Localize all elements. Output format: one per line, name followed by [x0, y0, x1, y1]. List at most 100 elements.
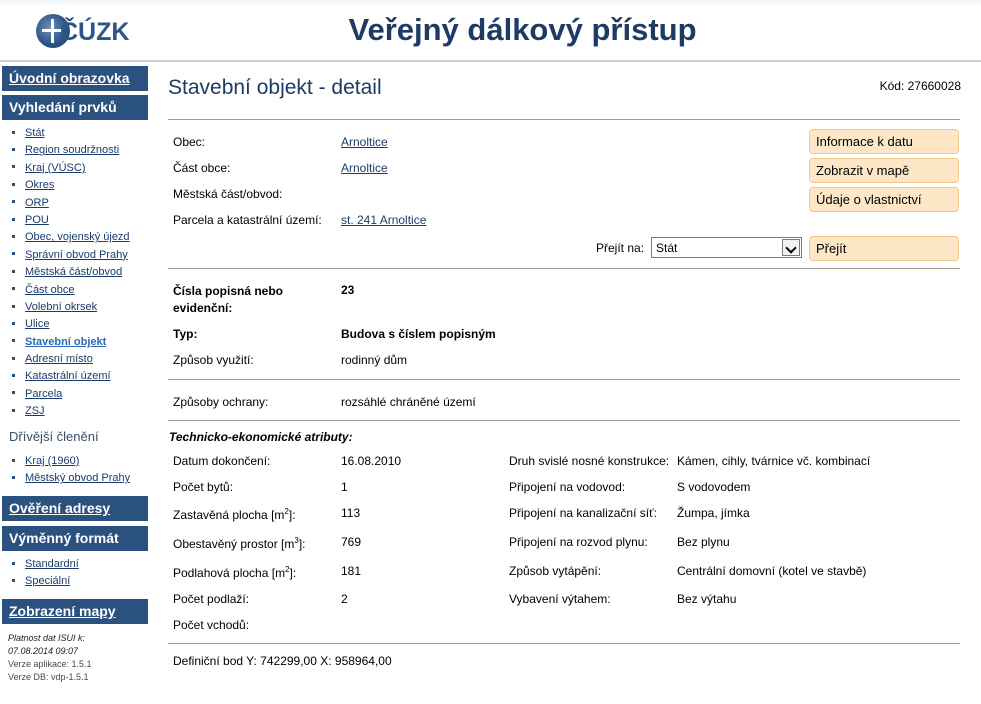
header-top-gradient [0, 0, 981, 6]
nav-link-stavebni-objekt[interactable]: Stavební objekt [25, 336, 106, 348]
tech-value-built-area: 113 [341, 506, 361, 520]
usage-label: Způsob využití: [173, 353, 254, 367]
tech-label-floor-area: Podlahová plocha [m2]: [173, 565, 297, 580]
info-to-date-button[interactable]: Informace k datu [809, 129, 959, 154]
object-code: Kód: 27660028 [879, 79, 961, 93]
nav-link-pou[interactable]: POU [25, 214, 49, 226]
nav-item-obec: Obec, vojenský újezd [12, 229, 130, 246]
divider [168, 643, 960, 644]
tech-value-heating: Centrální domovní (kotel ve stavbě) [677, 564, 867, 578]
tech-label-elevator: Vybavení výtahem: [509, 592, 611, 606]
bullet-icon [12, 321, 15, 325]
nav-item-standardni: Standardní [12, 556, 79, 573]
obec-link[interactable]: Arnoltice [341, 135, 388, 149]
tech-label-water: Připojení na vodovod: [509, 480, 626, 494]
nav-item-zsj: ZSJ [12, 403, 130, 420]
nav-link-volebni-okrsek[interactable]: Volební okrsek [25, 301, 97, 313]
chevron-down-icon[interactable] [782, 239, 800, 256]
nav-link-orp[interactable]: ORP [25, 197, 49, 209]
nav-link-kraj-1960[interactable]: Kraj (1960) [25, 455, 79, 467]
type-value: Budova s číslem popisným [341, 327, 496, 341]
nav-link-katastralni-uzemi[interactable]: Katastrální území [25, 370, 111, 382]
nav-link-region[interactable]: Region soudržnosti [25, 144, 119, 156]
nav-link-stat[interactable]: Stát [25, 127, 45, 139]
tech-value-elevator: Bez výtahu [677, 592, 737, 606]
nav-item-stavebni-objekt: Stavební objekt [12, 334, 130, 351]
former-division-heading: Dřívější členění [9, 429, 99, 444]
nav-link-okres[interactable]: Okres [25, 179, 54, 191]
sidebar-search-header[interactable]: Vyhledání prvků [2, 95, 148, 120]
main-content: Stavební objekt - detail Kód: 27660028 O… [168, 64, 964, 704]
parcela-label: Parcela a katastrální území: [173, 213, 322, 227]
nav-link-standardni[interactable]: Standardní [25, 558, 79, 570]
nav-item-pou: POU [12, 212, 130, 229]
sidebar-map-link[interactable]: Zobrazení mapy [2, 599, 148, 624]
nav-item-region: Region soudržnosti [12, 142, 130, 159]
bullet-icon [12, 269, 15, 273]
parcela-link[interactable]: st. 241 Arnoltice [341, 213, 426, 227]
nav-item-okres: Okres [12, 177, 130, 194]
bullet-icon [12, 408, 15, 412]
page-title: Stavební objekt - detail [168, 76, 382, 99]
divider [168, 420, 960, 421]
type-label: Typ: [173, 327, 198, 341]
divider [168, 119, 960, 120]
tech-value-floor-area: 181 [341, 564, 362, 578]
tech-label-built-area: Zastavěná plocha [m2]: [173, 507, 296, 522]
bullet-icon [12, 304, 15, 308]
cast-obce-link[interactable]: Arnoltice [341, 161, 388, 175]
nav-item-parcela: Parcela [12, 386, 130, 403]
tech-value-flats: 1 [341, 480, 348, 494]
nav-item-mestska-cast: Městská část/obvod [12, 264, 130, 281]
obec-label: Obec: [173, 135, 206, 149]
nav-item-ulice: Ulice [12, 316, 130, 333]
show-on-map-button[interactable]: Zobrazit v mapě [809, 158, 959, 183]
definition-point: Definiční bod Y: 742299,00 X: 958964,00 [173, 654, 392, 668]
tech-value-enclosed-space: 769 [341, 535, 362, 549]
bullet-icon [12, 130, 15, 134]
tech-label-sewer: Připojení na kanalizační síť: [509, 506, 657, 520]
nav-link-mestsky-obvod[interactable]: Městský obvod Prahy [25, 472, 130, 484]
former-nav-list: Kraj (1960) Městský obvod Prahy [12, 453, 130, 488]
ownership-info-button[interactable]: Údaje o vlastnictví [809, 187, 959, 212]
bullet-icon [12, 458, 15, 462]
tech-label-construction: Druh svislé nosné konstrukce: [509, 454, 670, 468]
nav-item-mestsky-obvod: Městský obvod Prahy [12, 470, 130, 487]
bullet-icon [12, 561, 15, 565]
nav-link-cast-obce[interactable]: Část obce [25, 284, 75, 296]
tech-value-gas: Bez plynu [677, 535, 730, 549]
goto-selected-value: Stát [656, 241, 678, 255]
tech-label-flats: Počet bytů: [173, 480, 234, 494]
bullet-icon [12, 200, 15, 204]
sidebar-verify-address-link[interactable]: Ověření adresy [2, 496, 148, 521]
divider [168, 268, 960, 269]
nav-link-obec[interactable]: Obec, vojenský újezd [25, 231, 130, 243]
bullet-icon [12, 578, 15, 582]
tech-label-gas: Připojení na rozvod plynu: [509, 535, 648, 549]
db-version: Verze DB: vdp-1.5.1 [8, 672, 89, 682]
tech-label-heating: Způsob vytápění: [509, 564, 602, 578]
nav-link-specialni[interactable]: Speciální [25, 575, 70, 587]
nav-item-cast-obce: Část obce [12, 282, 130, 299]
app-version: Verze aplikace: 1.5.1 [8, 659, 92, 669]
sidebar-home-link[interactable]: Úvodní obrazovka [2, 66, 148, 91]
divider [168, 379, 960, 380]
nav-link-spravni-obvod[interactable]: Správní obvod Prahy [25, 249, 128, 261]
nav-link-ulice[interactable]: Ulice [25, 318, 49, 330]
house-numbers-value: 23 [341, 283, 355, 297]
nav-link-mestska-cast[interactable]: Městská část/obvod [25, 266, 122, 278]
tech-value-completion-date: 16.08.2010 [341, 454, 402, 468]
sidebar-exchange-header[interactable]: Výměnný formát [2, 526, 148, 551]
header: ČÚZK Veřejný dálkový přístup [0, 0, 981, 62]
bullet-icon [12, 182, 15, 186]
nav-link-adresni-misto[interactable]: Adresní místo [25, 353, 93, 365]
mestska-cast-label: Městská část/obvod: [173, 187, 283, 201]
sidebar-footer-info: Platnost dat ISUI k: 07.08.2014 09:07 Ve… [8, 632, 92, 684]
tech-value-sewer: Žumpa, jímka [677, 506, 750, 520]
nav-link-zsj[interactable]: ZSJ [25, 405, 45, 417]
goto-button[interactable]: Přejít [809, 236, 959, 261]
nav-link-parcela[interactable]: Parcela [25, 388, 62, 400]
protection-label: Způsoby ochrany: [173, 395, 269, 409]
nav-link-kraj[interactable]: Kraj (VÚSC) [25, 162, 86, 174]
goto-select[interactable]: Stát [651, 237, 802, 258]
